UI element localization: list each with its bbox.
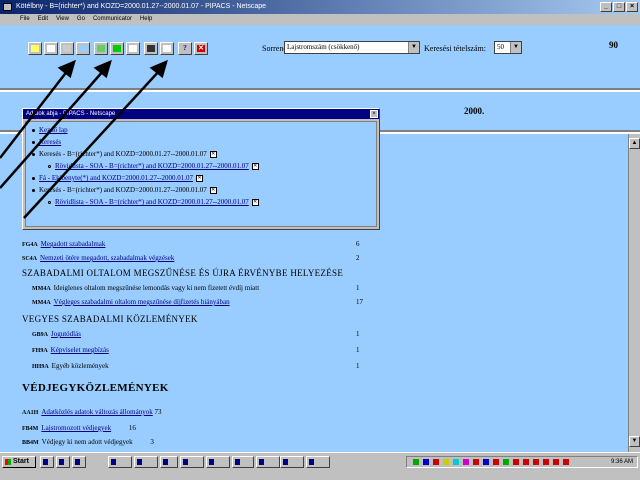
- tray-icon[interactable]: [413, 459, 419, 465]
- taskbar-item[interactable]: [180, 456, 204, 468]
- taskbar-item[interactable]: [108, 456, 132, 468]
- tray-icon[interactable]: [473, 459, 479, 465]
- system-tray: 9:36 AM: [406, 456, 638, 468]
- clock: 9:36 AM: [610, 459, 633, 465]
- annotation-arrows: [0, 59, 168, 219]
- taskbar-item[interactable]: [40, 456, 54, 468]
- taskbar: Start 9:36 AM: [0, 452, 640, 480]
- arrowhead: [57, 59, 76, 79]
- start-button[interactable]: Start: [2, 456, 36, 468]
- tray-icon[interactable]: [533, 459, 539, 465]
- arrowhead: [93, 59, 112, 79]
- tray-icon[interactable]: [513, 459, 519, 465]
- tray-icon[interactable]: [523, 459, 529, 465]
- tray-icon[interactable]: [423, 459, 429, 465]
- taskbar-item[interactable]: [232, 456, 254, 468]
- tray-icon[interactable]: [433, 459, 439, 465]
- taskbar-item[interactable]: [206, 456, 230, 468]
- taskbar-item[interactable]: [72, 456, 86, 468]
- taskbar-item[interactable]: [256, 456, 280, 468]
- annotation-arrow: [0, 69, 69, 159]
- tray-icon[interactable]: [493, 459, 499, 465]
- tray-icon[interactable]: [543, 459, 549, 465]
- taskbar-item[interactable]: [306, 456, 330, 468]
- annotation-arrow: [23, 69, 161, 219]
- arrowhead: [149, 59, 168, 79]
- tray-icon[interactable]: [443, 459, 449, 465]
- taskbar-item[interactable]: [134, 456, 158, 468]
- annotation-arrow: [0, 69, 105, 189]
- tray-icon[interactable]: [463, 459, 469, 465]
- tray-icon[interactable]: [453, 459, 459, 465]
- taskbar-item[interactable]: [160, 456, 178, 468]
- tray-icon[interactable]: [483, 459, 489, 465]
- tray-icon[interactable]: [563, 459, 569, 465]
- taskbar-item[interactable]: [56, 456, 70, 468]
- taskbar-item[interactable]: [280, 456, 304, 468]
- tray-icon[interactable]: [553, 459, 559, 465]
- tray-icon[interactable]: [503, 459, 509, 465]
